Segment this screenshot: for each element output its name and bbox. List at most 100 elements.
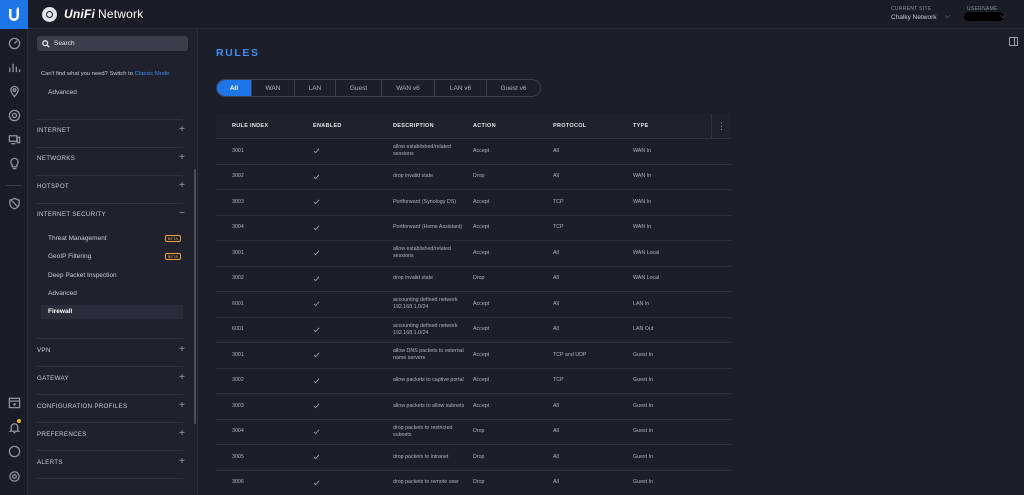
sidebar-item-advanced[interactable]: Advanced [48,287,183,301]
search-box[interactable] [37,36,188,51]
enabled-check-icon [313,394,320,419]
plus-icon: + [179,456,185,467]
protocol-cell: All [553,173,559,180]
beta-badge: BETA [164,253,181,260]
section-label: VPN [37,347,51,354]
notifications-bell-icon[interactable] [6,419,22,435]
app-name: Network [98,7,144,21]
table-row[interactable]: 3001 allow established/related sessions Ac… [216,139,731,165]
column-header-enabled[interactable]: ENABLED [313,123,342,129]
table-row[interactable]: 3001 allow DNS packets to external name s… [216,343,731,369]
section-preferences[interactable]: PREFERENCES + [37,427,185,443]
settings-gear-icon[interactable] [6,468,22,484]
type-cell: WAN In [633,173,652,180]
table-row[interactable]: 3004 drop packets to restricted subnets Dr… [216,420,731,445]
notification-dot [17,419,21,423]
column-header-rule-index[interactable]: RULE INDEX [232,123,268,129]
rule-index-cell: 3004 [232,428,244,435]
table-row[interactable]: 3002 allow packets to captive portal Accep… [216,369,731,394]
table-row[interactable]: 3002 drop invalid state Drop All WAN In [216,165,731,190]
type-cell: Guest In [633,453,654,460]
app-title[interactable]: UniFi Network [64,7,143,21]
search-input[interactable] [54,40,184,47]
table-row[interactable]: 3003 allow packets to allow subnets Accept… [216,394,731,420]
section-label: HOTSPOT [37,183,70,190]
protocol-cell: TCP and UDP [553,351,587,358]
classic-mode-hint: Can't find what you need? Switch to Clas… [41,71,169,77]
username-redacted[interactable] [964,12,1004,21]
chevron-down-icon[interactable]: ⌵ [1000,13,1005,21]
enabled-check-icon [313,267,320,292]
sidebar-item-threat-management[interactable]: Threat Management BETA [48,232,183,246]
map-icon[interactable] [6,83,22,99]
action-cell: Accept [473,351,490,358]
section-gateway[interactable]: GATEWAY + [37,371,185,387]
description-cell: allow DNS packets to external name serve… [393,348,464,362]
type-cell: WAN Local [633,275,660,282]
chevron-down-icon[interactable]: ⌵ [945,13,950,21]
column-header-description[interactable]: DESCRIPTION [393,123,434,129]
table-row[interactable]: 6001 accounting defined network 192.168.1… [216,292,731,318]
icon-rail [0,29,28,495]
section-internet[interactable]: INTERNET + [37,123,185,139]
sidebar-scrollbar[interactable] [194,169,196,424]
sidebar-item-geoip-filtering[interactable]: GeoIP Filtering BETA [48,250,183,264]
table-row[interactable]: 3001 allow established/related sessions Ac… [216,241,731,267]
sidebar-item-deep-packet-inspection[interactable]: Deep Packet Inspection [48,269,183,283]
type-cell: Guest In [633,351,654,358]
classic-mode-link[interactable]: Classic Mode [135,71,170,77]
column-header-type[interactable]: TYPE [633,123,649,129]
tab-wan-v6[interactable]: WAN v6 [382,80,435,96]
chat-support-icon[interactable] [6,443,22,459]
section-vpn[interactable]: VPN + [37,343,185,359]
statistics-icon[interactable] [6,59,22,75]
column-options-kebab-icon[interactable]: ⋮ [711,114,731,139]
rule-index-cell: 3001 [232,147,244,154]
section-label: PREFERENCES [37,431,87,438]
plus-icon: + [179,152,185,163]
shield-icon[interactable] [6,195,22,211]
insights-icon[interactable] [6,155,22,171]
current-site-selector[interactable]: Chalky Network [891,14,937,21]
column-header-protocol[interactable]: PROTOCOL [553,123,586,129]
tab-lan[interactable]: LAN [295,80,336,96]
settings-sidebar: Can't find what you need? Switch to Clas… [28,29,198,495]
tab-guest[interactable]: Guest [336,80,382,96]
section-configuration-profiles[interactable]: CONFIGURATION PROFILES + [37,399,185,415]
tab-wan[interactable]: WAN [252,80,295,96]
sidebar-item-firewall[interactable]: Firewall [41,305,183,319]
rail-divider [6,185,22,186]
enabled-check-icon [313,420,320,445]
section-hotspot[interactable]: HOTSPOT + [37,179,185,195]
protocol-cell: All [553,300,559,307]
events-calendar-icon[interactable] [6,394,22,410]
clients-icon[interactable] [6,131,22,147]
rule-type-tabs: All WAN LAN Guest WAN v6 LAN v6 Guest v6 [216,79,541,97]
tab-lan-v6[interactable]: LAN v6 [435,80,487,96]
protocol-cell: All [553,326,559,333]
rule-index-cell: 3001 [232,249,244,256]
enabled-check-icon [313,216,320,241]
column-header-action[interactable]: ACTION [473,123,496,129]
sidebar-item-advanced-top[interactable]: Advanced [48,89,77,96]
protocol-cell: All [553,402,559,409]
section-alerts[interactable]: ALERTS + [37,455,185,471]
sidebar-item-label: Firewall [48,308,73,315]
rule-index-cell: 3001 [232,351,244,358]
table-row[interactable]: 3003 Portforward (Synology DS) Accept TCP WA… [216,190,731,216]
side-panel-toggle-icon[interactable] [1009,37,1018,46]
devices-icon[interactable] [6,107,22,123]
action-cell: Accept [473,198,490,205]
tab-guest-v6[interactable]: Guest v6 [487,80,540,96]
table-row[interactable]: 3006 drop packets to remote user Drop All Gu… [216,471,731,495]
table-row[interactable]: 3005 drop packets to intranet Drop All Guest… [216,445,731,471]
table-row[interactable]: 3002 drop invalid state Drop All WAN Local [216,267,731,292]
table-row[interactable]: 3004 Portforward (Home Assistant) Accept TC… [216,216,731,241]
tab-all[interactable]: All [217,80,252,96]
description-cell: Portforward (Home Assistant) [393,224,463,231]
section-internet-security[interactable]: INTERNET SECURITY − [37,207,185,223]
section-networks[interactable]: NETWORKS + [37,151,185,167]
ubiquiti-logo[interactable] [0,0,28,29]
dashboard-icon[interactable] [6,35,22,51]
table-row[interactable]: 6001 accounting defined network 192.168.1… [216,318,731,343]
